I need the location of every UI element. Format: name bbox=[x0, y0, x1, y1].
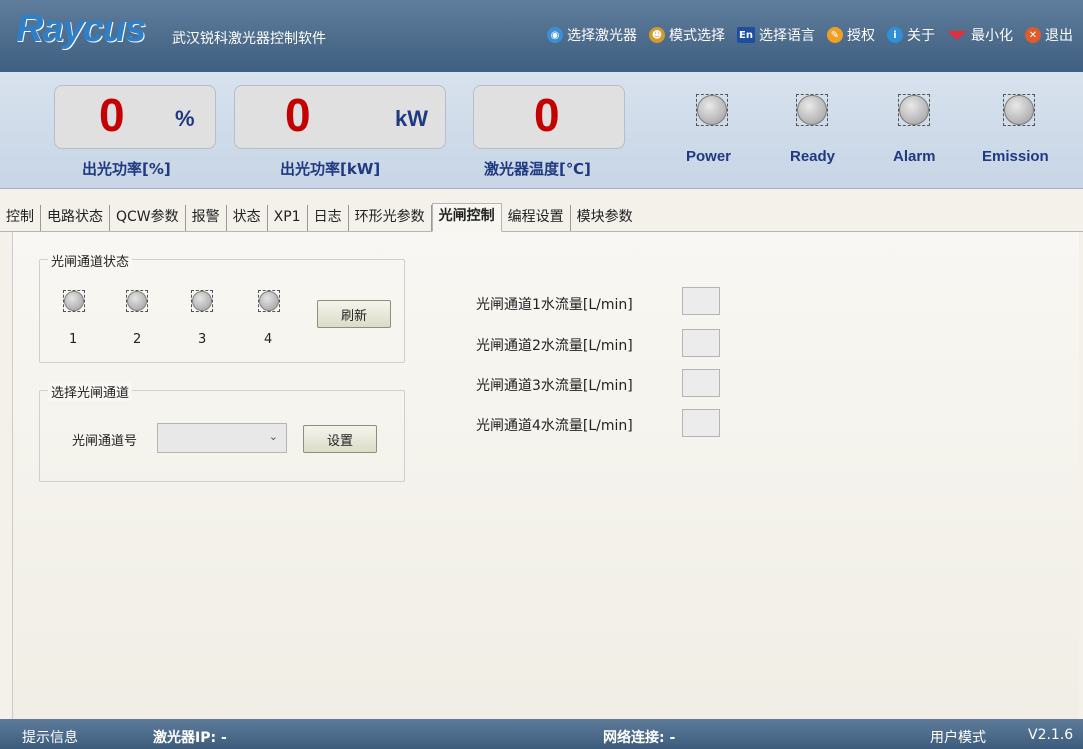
channel-select[interactable]: ⌄ bbox=[157, 423, 287, 453]
version: V2.1.6 bbox=[1028, 727, 1074, 743]
status-panel: 0 % 出光功率[%] 0 kW 出光功率[kW] 0 激光器温度[℃] Pow… bbox=[0, 72, 1083, 189]
tab-status[interactable]: 状态 bbox=[227, 205, 268, 231]
tab-alarm[interactable]: 报警 bbox=[186, 205, 227, 231]
flow-value-field bbox=[682, 287, 720, 315]
flow-label: 光闸通道4水流量[L/min] bbox=[476, 418, 633, 434]
gauge-unit: % bbox=[175, 106, 195, 131]
key-icon: ✎ bbox=[827, 27, 843, 43]
menu-select-language[interactable]: En 选择语言 bbox=[737, 25, 815, 45]
menu-minimize[interactable]: 最小化 bbox=[947, 25, 1013, 45]
set-button[interactable]: 设置 bbox=[303, 425, 377, 453]
tab-xp1[interactable]: XP1 bbox=[268, 205, 308, 231]
channel-number: 3 bbox=[198, 332, 207, 347]
language-icon: En bbox=[737, 27, 755, 43]
power-percent-gauge: 0 % bbox=[54, 85, 216, 149]
user-mode: 用户模式 bbox=[930, 730, 986, 746]
top-menu: ◉ 选择激光器 ☻ 模式选择 En 选择语言 ✎ 授权 i 关于 最小化 ✕ 退… bbox=[547, 25, 1073, 45]
gauge-unit: kW bbox=[395, 106, 428, 131]
channel-field-label: 光闸通道号 bbox=[72, 434, 138, 449]
users-icon: ☻ bbox=[649, 27, 665, 43]
flow-value-field bbox=[682, 409, 720, 437]
channel-number: 1 bbox=[69, 332, 78, 347]
channel-number: 4 bbox=[264, 332, 273, 347]
emission-indicator-icon bbox=[1003, 94, 1035, 126]
menu-about[interactable]: i 关于 bbox=[887, 25, 935, 45]
shutter-status-group: 光闸通道状态 1 2 3 4 刷新 bbox=[39, 251, 405, 363]
gauge-value: 0 bbox=[534, 89, 560, 141]
tab-bar: 控制 电路状态 QCW参数 报警 状态 XP1 日志 环形光参数 光闸控制 编程… bbox=[0, 199, 1083, 232]
laser-ip: 激光器IP: - bbox=[153, 730, 227, 746]
indicator-label: Power bbox=[686, 148, 732, 165]
indicator-label: Ready bbox=[790, 148, 836, 165]
tab-log[interactable]: 日志 bbox=[308, 205, 349, 231]
shutter-led-icon bbox=[126, 290, 148, 312]
network-status: 网络连接: - bbox=[603, 730, 676, 746]
menu-select-laser[interactable]: ◉ 选择激光器 bbox=[547, 25, 637, 45]
menu-label: 退出 bbox=[1045, 28, 1073, 44]
laser-icon: ◉ bbox=[547, 27, 563, 43]
indicator-label: Alarm bbox=[893, 148, 936, 165]
indicator-label: Emission bbox=[982, 148, 1049, 165]
tab-shutter-control[interactable]: 光闸控制 bbox=[431, 203, 502, 232]
tab-control[interactable]: 控制 bbox=[0, 205, 41, 231]
tab-ring-light-params[interactable]: 环形光参数 bbox=[349, 205, 432, 231]
tab-programming-settings[interactable]: 编程设置 bbox=[502, 205, 571, 231]
channel-number: 2 bbox=[133, 332, 142, 347]
gauge-value: 0 bbox=[285, 89, 311, 141]
tab-content: 光闸通道状态 1 2 3 4 刷新 选择光闸通道 光闸通道号 ⌄ 设置 光闸通道… bbox=[12, 232, 1079, 719]
close-icon: ✕ bbox=[1025, 27, 1041, 43]
group-title: 光闸通道状态 bbox=[48, 251, 133, 270]
menu-label: 模式选择 bbox=[669, 28, 725, 44]
shutter-led-icon bbox=[63, 290, 85, 312]
flow-value-field bbox=[682, 369, 720, 397]
gauge-label: 激光器温度[℃] bbox=[484, 160, 591, 178]
tab-qcw-params[interactable]: QCW参数 bbox=[110, 205, 186, 231]
menu-label: 选择激光器 bbox=[567, 28, 637, 44]
menu-exit[interactable]: ✕ 退出 bbox=[1025, 25, 1073, 45]
flow-label: 光闸通道2水流量[L/min] bbox=[476, 338, 633, 354]
minimize-icon bbox=[947, 30, 967, 40]
menu-label: 选择语言 bbox=[759, 28, 815, 44]
refresh-button[interactable]: 刷新 bbox=[317, 300, 391, 328]
menu-authorize[interactable]: ✎ 授权 bbox=[827, 25, 875, 45]
tab-module-params[interactable]: 模块参数 bbox=[571, 205, 639, 231]
raycus-logo: Raycus bbox=[16, 8, 146, 50]
select-shutter-group: 选择光闸通道 光闸通道号 ⌄ 设置 bbox=[39, 382, 405, 482]
shutter-led-icon bbox=[258, 290, 280, 312]
title-bar: Raycus 武汉锐科激光器控制软件 ◉ 选择激光器 ☻ 模式选择 En 选择语… bbox=[0, 0, 1083, 72]
gauge-value: 0 bbox=[99, 89, 125, 141]
power-indicator-icon bbox=[696, 94, 728, 126]
tab-circuit-status[interactable]: 电路状态 bbox=[41, 205, 110, 231]
ready-indicator-icon bbox=[796, 94, 828, 126]
flow-label: 光闸通道1水流量[L/min] bbox=[476, 297, 633, 313]
status-bar: 提示信息 激光器IP: - 网络连接: - 用户模式 V2.1.6 bbox=[0, 719, 1083, 749]
power-kw-gauge: 0 kW bbox=[234, 85, 446, 149]
info-icon: i bbox=[887, 27, 903, 43]
app-title: 武汉锐科激光器控制软件 bbox=[172, 31, 326, 47]
temperature-gauge: 0 bbox=[473, 85, 625, 149]
menu-label: 最小化 bbox=[971, 28, 1013, 44]
menu-mode-select[interactable]: ☻ 模式选择 bbox=[649, 25, 725, 45]
group-title: 选择光闸通道 bbox=[48, 382, 133, 401]
gauge-label: 出光功率[%] bbox=[82, 160, 171, 178]
gauge-label: 出光功率[kW] bbox=[280, 160, 381, 178]
menu-label: 关于 bbox=[907, 28, 935, 44]
shutter-led-icon bbox=[191, 290, 213, 312]
flow-label: 光闸通道3水流量[L/min] bbox=[476, 378, 633, 394]
alarm-indicator-icon bbox=[898, 94, 930, 126]
menu-label: 授权 bbox=[847, 28, 875, 44]
hint-text: 提示信息 bbox=[22, 730, 78, 746]
flow-value-field bbox=[682, 329, 720, 357]
chevron-down-icon: ⌄ bbox=[268, 430, 278, 443]
